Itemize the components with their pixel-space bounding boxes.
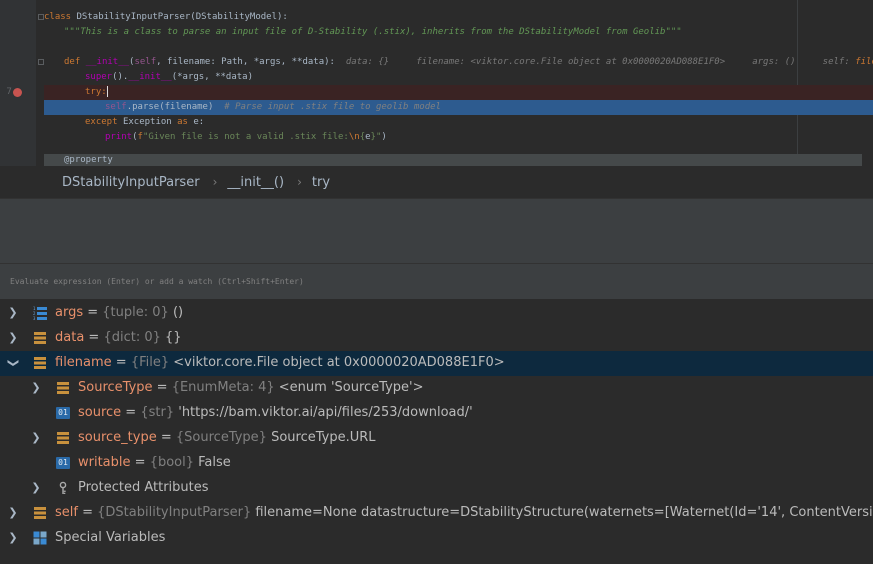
variable-row-protected-attributes[interactable]: ❯ Protected Attributes <box>0 476 873 501</box>
key-icon <box>59 481 67 494</box>
sticky-header-strip: @property <box>44 154 862 166</box>
inline-hint-self-value: filename=None <box>855 57 873 67</box>
list-icon: 1 2 3 <box>33 306 47 320</box>
variable-row-self[interactable]: ❯ self = {DStabilityInputParser} filenam… <box>0 501 873 526</box>
debug-panel-header <box>0 231 873 264</box>
breadcrumb: DStabilityInputParser › __init__() › try <box>0 166 873 198</box>
chevron-down-icon[interactable]: ❯ <box>7 357 20 369</box>
editor-gutter[interactable] <box>0 0 36 166</box>
dict-icon <box>34 357 46 369</box>
chevron-right-icon[interactable]: ❯ <box>7 332 19 344</box>
variable-row-sourcetype[interactable]: ❯ SourceType = {EnumMeta: 4} <enum 'Sour… <box>0 376 873 401</box>
chevron-right-icon[interactable]: ❯ <box>7 507 19 519</box>
breakpoint-icon[interactable] <box>13 88 22 97</box>
variable-row-source[interactable]: 01 source = {str} 'https://bam.viktor.ai… <box>0 401 873 426</box>
code-line-docstring: """This is a class to parse an input fil… <box>64 27 682 37</box>
dict-icon <box>57 432 69 444</box>
variable-row-filename[interactable]: ❯ filename = {File} <viktor.core.File ob… <box>0 351 873 376</box>
chevron-right-icon: › <box>212 175 218 189</box>
code-line-parse-current: self.parse(filename) # Parse input .stix… <box>44 100 873 115</box>
inline-hint-args: args: () <box>752 57 796 67</box>
code-line-class-def: class DStabilityInputParser(DStabilityMo… <box>44 12 288 22</box>
dict-icon <box>34 507 46 519</box>
variable-row-data[interactable]: ❯ data = {dict: 0} {} <box>0 326 873 351</box>
inline-hint-data: data: {} <box>345 57 390 67</box>
chevron-right-icon: › <box>297 175 302 189</box>
debug-toolbar <box>0 198 873 231</box>
dict-icon <box>34 332 46 344</box>
bool-icon: 01 <box>56 457 70 469</box>
dict-icon <box>57 382 69 394</box>
code-line-init-def: def __init__(self, filename: Path, *args… <box>44 55 873 70</box>
line-number: 7 <box>6 87 12 97</box>
chevron-right-icon[interactable]: ❯ <box>30 482 42 494</box>
chevron-right-icon[interactable]: ❯ <box>7 532 19 544</box>
code-line-except: except Exception as e: <box>85 117 205 127</box>
chevron-right-icon[interactable]: ❯ <box>30 432 42 444</box>
inline-hint-self-label: self: <box>822 57 850 67</box>
chevron-right-icon[interactable]: ❯ <box>7 307 19 319</box>
string-icon: 01 <box>56 407 70 419</box>
breadcrumb-item-method[interactable]: __init__() <box>227 175 284 190</box>
variables-tree[interactable]: ❯ 1 2 3 args = {tuple: 0} () ❯ data = {d… <box>0 300 873 564</box>
chevron-right-icon[interactable]: ❯ <box>30 382 42 394</box>
evaluate-expression-bar <box>0 264 873 300</box>
variable-row-args[interactable]: ❯ 1 2 3 args = {tuple: 0} () <box>0 301 873 326</box>
breadcrumb-item-block[interactable]: try <box>312 175 330 190</box>
code-line-super: super().__init__(*args, **data) <box>85 72 253 82</box>
variable-row-writable[interactable]: 01 writable = {bool} False <box>0 451 873 476</box>
breadcrumb-item-class[interactable]: DStabilityInputParser <box>62 175 200 190</box>
code-line-try: try: <box>44 85 873 100</box>
inline-hint-filename: filename: <viktor.core.File object at 0x… <box>416 57 726 67</box>
code-editor[interactable]: 7 class DStabilityInputParser(DStability… <box>0 0 873 166</box>
svg-text:3: 3 <box>33 316 36 320</box>
code-line-print: print(f"Given file is not a valid .stix … <box>105 132 387 142</box>
variable-row-source-type[interactable]: ❯ source_type = {SourceType} SourceType.… <box>0 426 873 451</box>
fold-column <box>36 0 44 166</box>
evaluate-expression-input[interactable] <box>0 264 873 299</box>
grid-icon <box>33 531 47 545</box>
variable-row-special-variables[interactable]: ❯ Special Variables <box>0 526 873 551</box>
